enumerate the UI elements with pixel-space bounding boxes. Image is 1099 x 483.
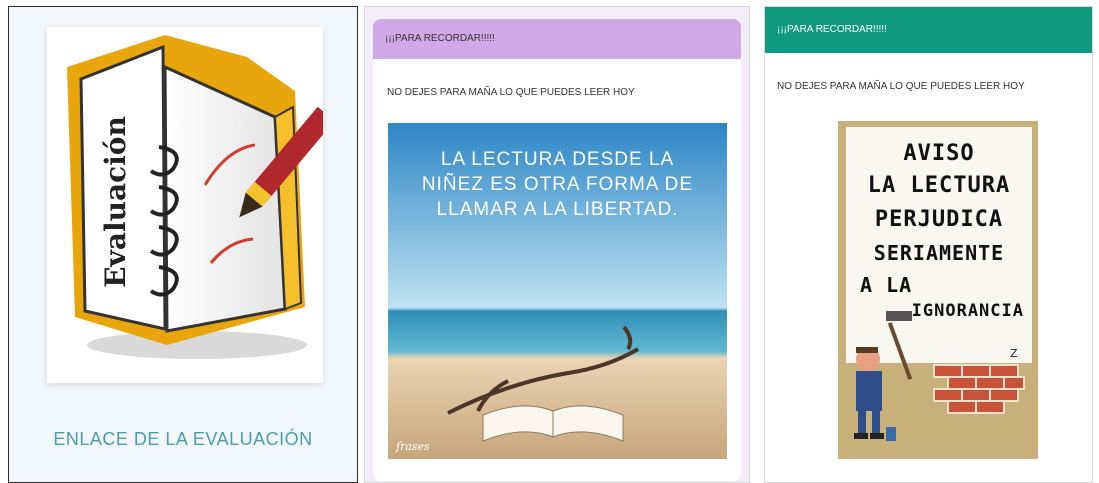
reminder-card: ¡¡¡PARA RECORDAR!!!!! NO DEJES PARA MAÑA… bbox=[373, 19, 741, 481]
evaluation-panel: Evaluación ENLACE DE LA EVALUACIÓN bbox=[8, 6, 358, 483]
reading-poster-image: AVISO LA LECTURA PERJUDICA SERIAMENTE A … bbox=[838, 121, 1038, 459]
watermark-text: frases bbox=[396, 440, 430, 453]
quote-text: LA LECTURA DESDE LA NIÑEZ ES OTRA FORMA … bbox=[388, 147, 727, 222]
folder-evaluation-icon: Evaluación bbox=[67, 35, 335, 359]
svg-text:Z: Z bbox=[1010, 347, 1018, 360]
card-header: ¡¡¡PARA RECORDAR!!!!! bbox=[373, 19, 741, 59]
reminder-panel-purple: ¡¡¡PARA RECORDAR!!!!! NO DEJES PARA MAÑA… bbox=[364, 6, 750, 483]
card-header: ¡¡¡PARA RECORDAR!!!!! bbox=[765, 7, 1092, 53]
quote-line: NIÑEZ ES OTRA FORMA DE bbox=[421, 174, 694, 195]
quote-line: LLAMAR A LA LIBERTAD. bbox=[436, 199, 679, 220]
quote-line: LA LECTURA DESDE LA bbox=[440, 149, 675, 170]
card-body-text: NO DEJES PARA MAÑA LO QUE PUEDES LEER HO… bbox=[777, 81, 1025, 92]
evaluation-link[interactable]: ENLACE DE LA EVALUACIÓN bbox=[9, 429, 357, 450]
reminder-panel-teal: ¡¡¡PARA RECORDAR!!!!! NO DEJES PARA MAÑA… bbox=[764, 6, 1093, 483]
card-body-text: NO DEJES PARA MAÑA LO QUE PUEDES LEER HO… bbox=[387, 87, 635, 98]
beach-quote-image: LA LECTURA DESDE LA NIÑEZ ES OTRA FORMA … bbox=[388, 123, 727, 459]
folder-label: Evaluación bbox=[99, 116, 132, 288]
evaluation-image-card[interactable]: Evaluación bbox=[47, 27, 335, 383]
